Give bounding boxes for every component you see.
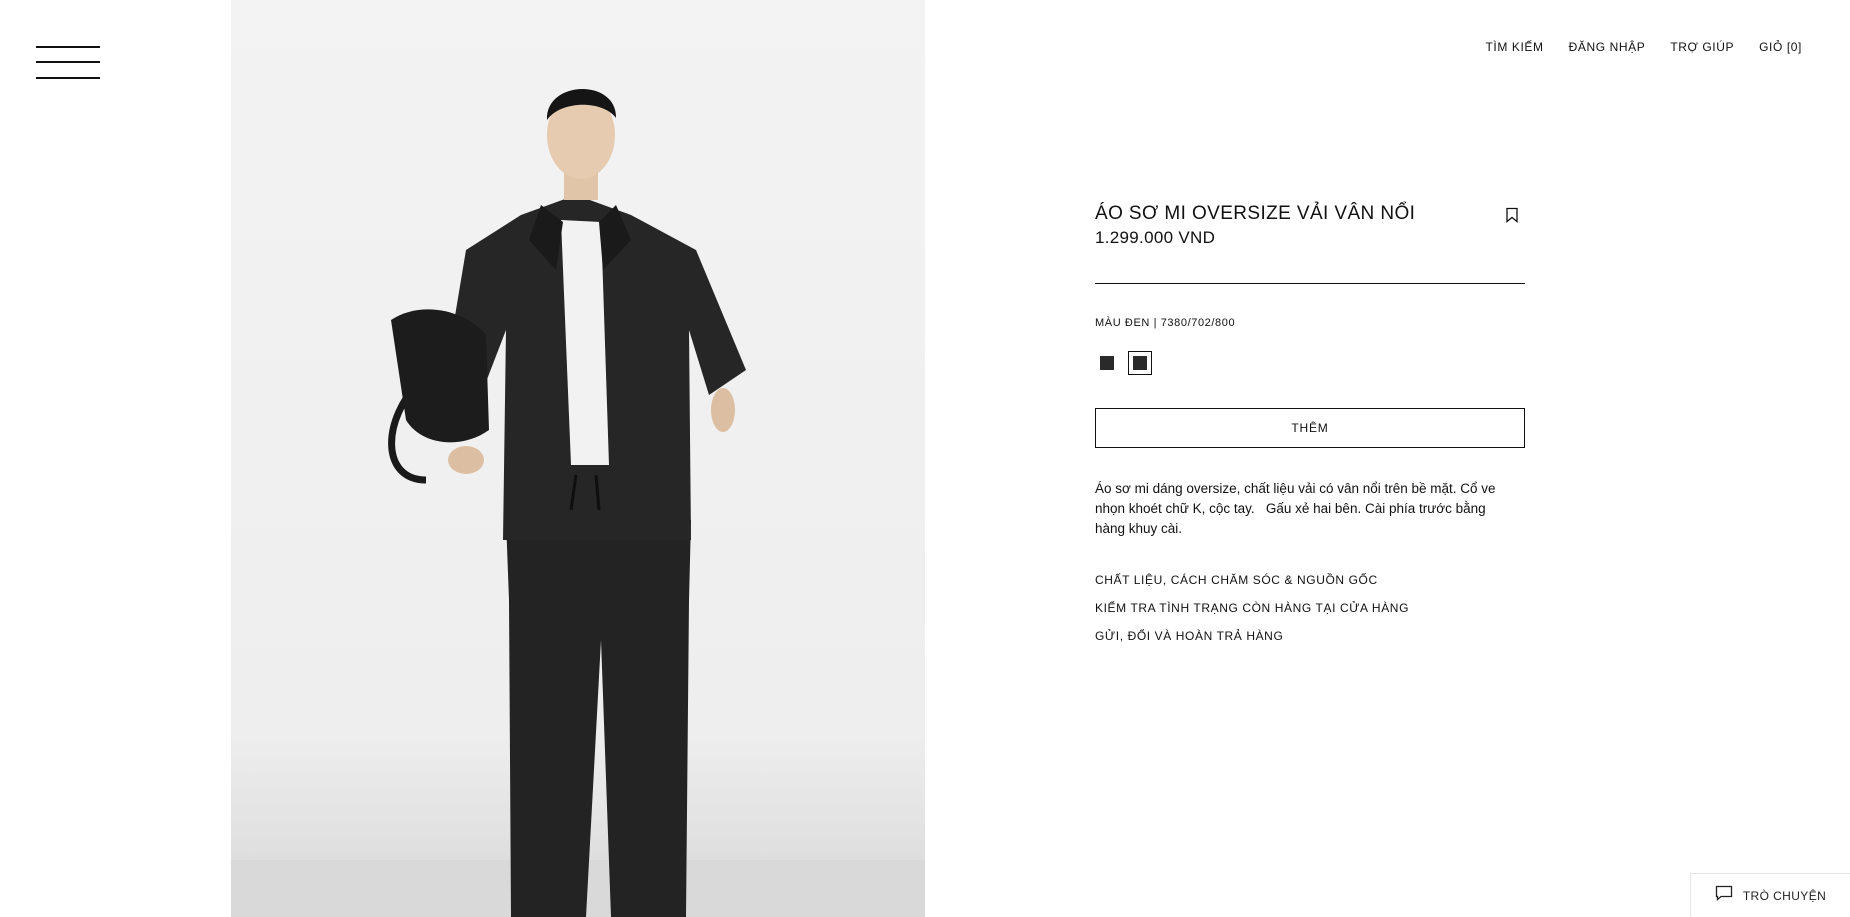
color-swatch-selected[interactable]: [1128, 351, 1152, 375]
hamburger-menu-icon[interactable]: [36, 46, 100, 80]
divider: [1095, 283, 1525, 284]
chat-label: TRÒ CHUYỆN: [1742, 888, 1827, 903]
top-nav: TÌM KIẾM ĐĂNG NHẬP TRỢ GIÚP GIỎ [0]: [1485, 40, 1802, 54]
link-store-availability[interactable]: KIỂM TRA TÌNH TRẠNG CÒN HÀNG TẠI CỬA HÀN…: [1095, 599, 1409, 627]
product-page: TÌM KIẾM ĐĂNG NHẬP TRỢ GIÚP GIỎ [0] ÁO S…: [0, 0, 1850, 917]
nav-help[interactable]: TRỢ GIÚP: [1670, 40, 1734, 54]
bookmark-icon[interactable]: [1505, 207, 1519, 223]
nav-login[interactable]: ĐĂNG NHẬP: [1569, 40, 1646, 54]
nav-search[interactable]: TÌM KIẾM: [1485, 40, 1543, 54]
chat-bubble-icon: [1715, 885, 1733, 906]
color-reference: MÀU ĐEN | 7380/702/800: [1095, 317, 1236, 329]
color-swatch[interactable]: [1095, 351, 1119, 375]
color-swatches: [1095, 351, 1152, 375]
model-illustration: [231, 88, 925, 917]
product-links: CHẤT LIỆU, CÁCH CHĂM SÓC & NGUỒN GỐC KIỂ…: [1095, 571, 1409, 655]
chat-button[interactable]: TRÒ CHUYỆN: [1690, 873, 1850, 917]
product-price: 1.299.000 VND: [1095, 228, 1216, 247]
product-image[interactable]: [231, 0, 925, 917]
link-shipping-returns[interactable]: GỬI, ĐỔI VÀ HOÀN TRẢ HÀNG: [1095, 627, 1409, 655]
nav-cart[interactable]: GIỎ [0]: [1759, 40, 1802, 54]
link-materials-care[interactable]: CHẤT LIỆU, CÁCH CHĂM SÓC & NGUỒN GỐC: [1095, 571, 1409, 599]
product-title: ÁO SƠ MI OVERSIZE VẢI VÂN NỔI: [1095, 203, 1416, 224]
product-description: Áo sơ mi dáng oversize, chất liệu vải có…: [1095, 481, 1496, 536]
add-to-cart-button[interactable]: THÊM: [1095, 408, 1525, 448]
